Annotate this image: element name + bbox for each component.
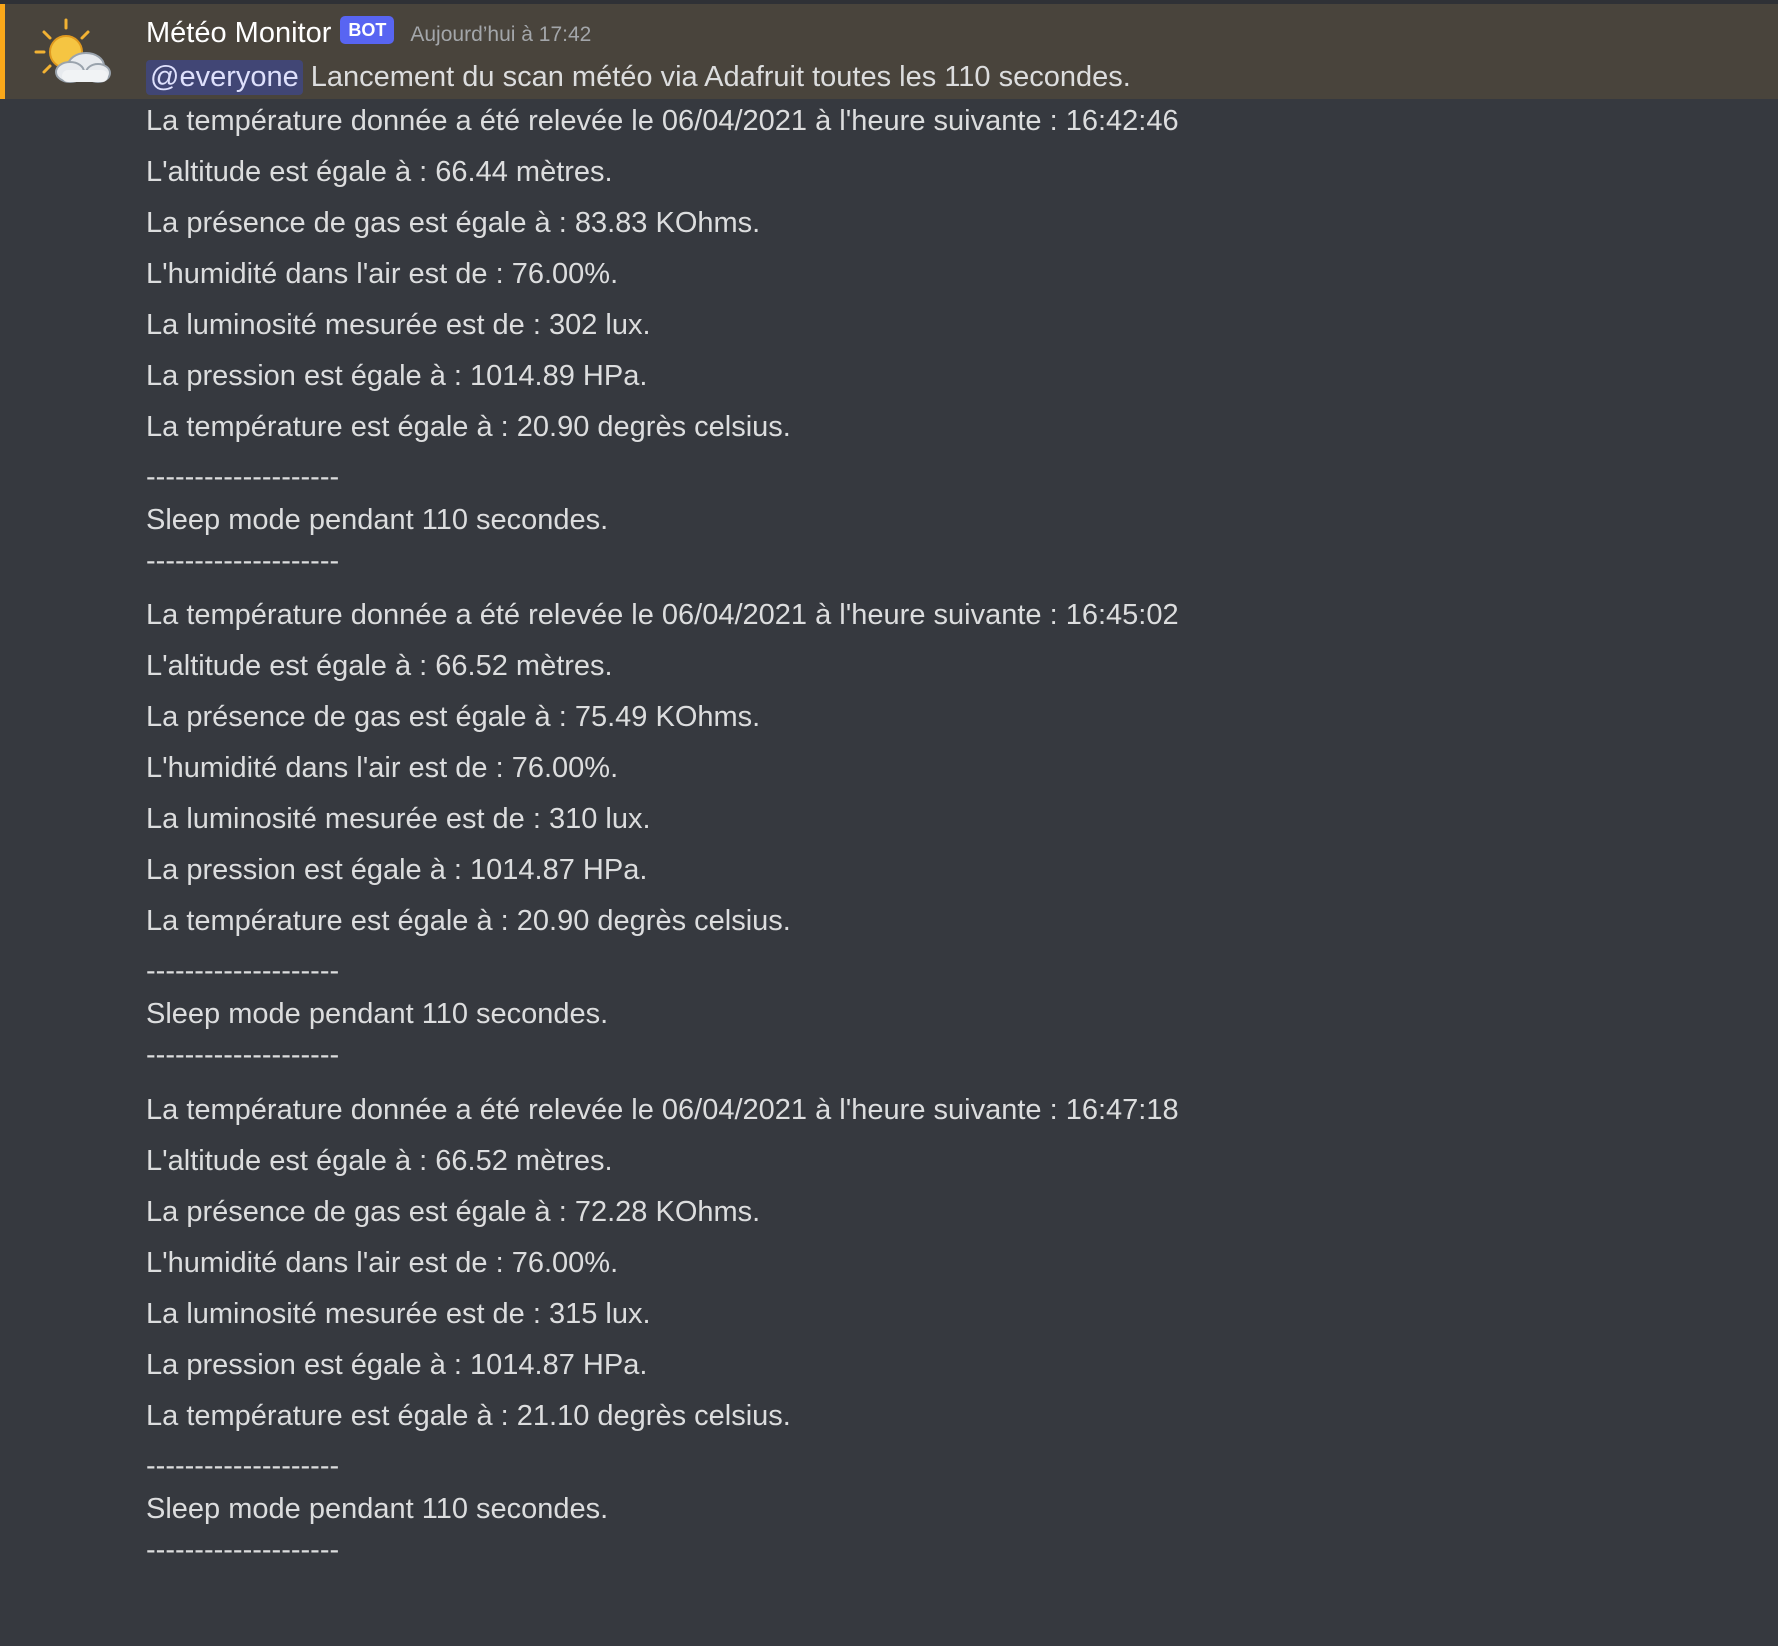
message-line: L'altitude est égale à : 66.52 mètres. — [146, 650, 613, 682]
message-line: L'altitude est égale à : 66.52 mètres. — [146, 1145, 613, 1177]
message-intro-line: @everyone Lancement du scan météo via Ad… — [146, 54, 1131, 100]
message-line: La température donnée a été relevée le 0… — [146, 105, 1179, 137]
message-line: Sleep mode pendant 110 secondes. — [146, 504, 609, 536]
message-line: Sleep mode pendant 110 secondes. — [146, 998, 609, 1030]
message-line: Sleep mode pendant 110 secondes. — [146, 1493, 609, 1525]
separator-line: -------------------- — [146, 1450, 340, 1482]
message-header: Météo Monitor BOT Aujourd’hui à 17:42 — [146, 14, 591, 52]
username[interactable]: Météo Monitor — [146, 17, 331, 50]
message-line: La pression est égale à : 1014.89 HPa. — [146, 360, 648, 392]
sun-behind-cloud-icon[interactable] — [32, 16, 112, 88]
bot-badge: BOT — [340, 16, 395, 44]
message-line: La luminosité mesurée est de : 315 lux. — [146, 1298, 651, 1330]
message-intro-text: Lancement du scan météo via Adafruit tou… — [310, 60, 1131, 93]
message-highlight: Météo Monitor BOT Aujourd’hui à 17:42 @e… — [0, 4, 1778, 99]
message-line: La présence de gas est égale à : 75.49 K… — [146, 701, 761, 733]
message-line: La luminosité mesurée est de : 310 lux. — [146, 803, 651, 835]
separator-line: -------------------- — [146, 955, 340, 987]
message-line: La température est égale à : 20.90 degrè… — [146, 905, 791, 937]
message-timestamp[interactable]: Aujourd’hui à 17:42 — [410, 23, 591, 47]
message-line: La pression est égale à : 1014.87 HPa. — [146, 1349, 648, 1381]
message-line: L'humidité dans l'air est de : 76.00%. — [146, 752, 619, 784]
message-line: La température est égale à : 21.10 degrè… — [146, 1400, 791, 1432]
message-line: L'humidité dans l'air est de : 76.00%. — [146, 1247, 619, 1279]
message-line: La luminosité mesurée est de : 302 lux. — [146, 309, 651, 341]
chat-messages: Météo Monitor BOT Aujourd’hui à 17:42 @e… — [0, 0, 1778, 1646]
message-line: L'altitude est égale à : 66.44 mètres. — [146, 156, 613, 188]
separator-line: -------------------- — [146, 1534, 340, 1566]
separator-line: -------------------- — [146, 1039, 340, 1071]
message-line: La température donnée a été relevée le 0… — [146, 599, 1179, 631]
message-line: L'humidité dans l'air est de : 76.00%. — [146, 258, 619, 290]
message-line: La présence de gas est égale à : 83.83 K… — [146, 207, 761, 239]
everyone-mention[interactable]: @everyone — [146, 59, 303, 95]
separator-line: -------------------- — [146, 461, 340, 493]
message-line: La température est égale à : 20.90 degrè… — [146, 411, 791, 443]
message-line: La température donnée a été relevée le 0… — [146, 1094, 1179, 1126]
mention-indicator — [0, 4, 5, 99]
separator-line: -------------------- — [146, 545, 340, 577]
message-line: La pression est égale à : 1014.87 HPa. — [146, 854, 648, 886]
message-line: La présence de gas est égale à : 72.28 K… — [146, 1196, 761, 1228]
